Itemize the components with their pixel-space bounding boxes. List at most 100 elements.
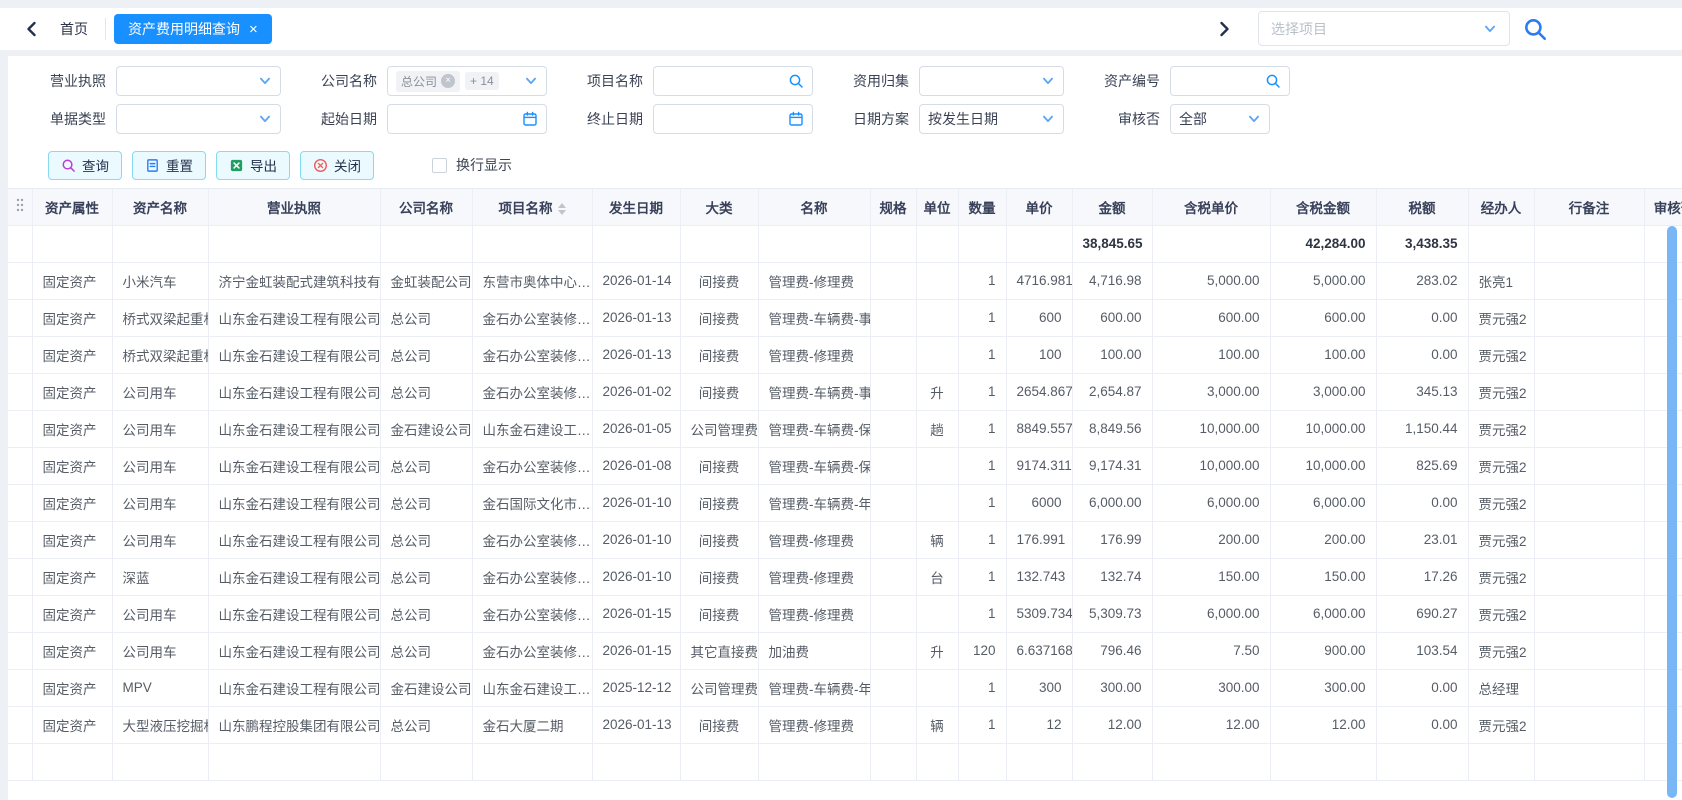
table-row[interactable]: 固定资产公司用车山东金石建设工程有限公司金石建设公司山东金石建设工…2026-0… [8, 410, 1682, 447]
table-row[interactable]: 固定资产大型液压挖掘机山东鹏程控股集团有限公司总公司金石大厦二期2026-01-… [8, 706, 1682, 743]
cell-qty: 1 [958, 595, 1006, 632]
table-row[interactable]: 固定资产桥式双梁起重机山东金石建设工程有限公司总公司金石办公室装修…2026-0… [8, 299, 1682, 336]
table-row[interactable]: 固定资产MPV山东金石建设工程有限公司金石建设公司山东金石建设工…2025-12… [8, 669, 1682, 706]
table-row[interactable]: 固定资产公司用车山东金石建设工程有限公司总公司金石办公室装修…2026-01-1… [8, 595, 1682, 632]
document-icon [145, 158, 160, 173]
doc-type-select[interactable] [116, 104, 281, 134]
cell-qty: 1 [958, 410, 1006, 447]
cell-spec [870, 706, 916, 743]
company-name-select[interactable]: 总公司× + 14 [387, 66, 547, 96]
cell-project: 金石办公室装修… [472, 299, 592, 336]
table-row[interactable]: 固定资产公司用车山东金石建设工程有限公司总公司金石办公室装修…2026-01-1… [8, 632, 1682, 669]
cell-remark [1534, 447, 1644, 484]
table-row[interactable]: 固定资产公司用车山东金石建设工程有限公司总公司金石办公室装修…2026-01-0… [8, 447, 1682, 484]
cell-date: 2026-01-13 [592, 706, 680, 743]
cell-date: 2026-01-10 [592, 558, 680, 595]
cell-qty: 1 [958, 447, 1006, 484]
cell-company: 总公司 [380, 336, 472, 373]
end-date-input[interactable] [653, 104, 813, 134]
cell-category: 间接费 [680, 521, 758, 558]
tab-asset-expense-query[interactable]: 资产费用明细查询 × [114, 14, 272, 44]
column-header-category: 大类 [680, 189, 758, 225]
cell-unit: 台 [916, 558, 958, 595]
filter-expense-collect: 资用归集 [837, 66, 1064, 96]
column-header-tax: 税额 [1376, 189, 1468, 225]
audited-select[interactable]: 全部 [1170, 104, 1270, 134]
query-button[interactable]: 查询 [48, 151, 122, 180]
asset-no-input-wrap[interactable] [1170, 66, 1290, 96]
table-row[interactable]: 固定资产公司用车山东金石建设工程有限公司总公司金石办公室装修…2026-01-1… [8, 521, 1682, 558]
cell-name: MPV [112, 669, 208, 706]
column-header-date: 发生日期 [592, 189, 680, 225]
table-row[interactable]: 固定资产公司用车山东金石建设工程有限公司总公司金石国际文化市…2026-01-1… [8, 484, 1682, 521]
table-row[interactable]: 固定资产深蓝山东金石建设工程有限公司总公司金石办公室装修…2026-01-10间… [8, 558, 1682, 595]
cell-tax_price: 150.00 [1152, 558, 1270, 595]
cell-attr: 固定资产 [32, 447, 112, 484]
cell-qty: 1 [958, 262, 1006, 299]
cell-spec [870, 669, 916, 706]
tab-home[interactable]: 首页 [56, 17, 92, 41]
close-tab-icon[interactable]: × [249, 22, 258, 37]
export-button[interactable]: 导出 [216, 151, 290, 180]
cell-spec [870, 595, 916, 632]
cell-tax_total: 100.00 [1270, 336, 1376, 373]
table-row[interactable]: 固定资产小米汽车济宁金虹装配式建筑科技有金虹装配公司东营市奥体中心…2026-0… [8, 262, 1682, 299]
cell-category: 间接费 [680, 595, 758, 632]
chevron-down-icon [1041, 112, 1055, 126]
summary-row: 38,845.6542,284.003,438.35 [8, 225, 1682, 262]
cell-remark [1534, 262, 1644, 299]
date-scheme-select[interactable]: 按发生日期 [919, 104, 1064, 134]
column-header-project[interactable]: 项目名称 [472, 189, 592, 225]
cell-tax_total: 10,000.00 [1270, 447, 1376, 484]
cell-company: 金虹装配公司 [380, 262, 472, 299]
cell-attr: 固定资产 [32, 595, 112, 632]
cell-amount: 6,000.00 [1072, 484, 1152, 521]
cell-spec [870, 632, 916, 669]
column-header-name: 资产名称 [112, 189, 208, 225]
tabs-scroll-right-icon[interactable] [1214, 19, 1234, 39]
cell-tax: 0.00 [1376, 706, 1468, 743]
summary-cell-project [472, 225, 592, 262]
cell-expense: 管理费-车辆费-保 [758, 410, 870, 447]
cell-name: 桥式双梁起重机 [112, 336, 208, 373]
wrap-display-checkbox[interactable] [432, 158, 447, 173]
data-table-wrap: 资产属性资产名称营业执照公司名称项目名称发生日期大类名称规格单位数量单价金额含税… [8, 188, 1682, 800]
column-header-spec: 规格 [870, 189, 916, 225]
close-circle-icon [313, 158, 328, 173]
vertical-scrollbar[interactable] [1667, 226, 1677, 798]
business-license-select[interactable] [116, 66, 281, 96]
expense-collect-select[interactable] [919, 66, 1064, 96]
global-search-icon[interactable] [1522, 16, 1548, 42]
cell-empty [680, 743, 758, 780]
table-row[interactable]: 固定资产公司用车山东金石建设工程有限公司总公司金石办公室装修…2026-01-0… [8, 373, 1682, 410]
cell-expense: 管理费-修理费 [758, 262, 870, 299]
tabs-scroll-left-icon[interactable] [22, 19, 42, 39]
cell-expense: 管理费-修理费 [758, 595, 870, 632]
close-button[interactable]: 关闭 [300, 151, 374, 180]
drag-handle-icon[interactable] [15, 197, 25, 213]
cell-empty [1072, 743, 1152, 780]
cell-amount: 12.00 [1072, 706, 1152, 743]
filter-audited: 审核否 全部 [1088, 104, 1270, 134]
start-date-input[interactable] [387, 104, 547, 134]
doc-type-label: 单据类型 [34, 109, 106, 129]
cell-category: 间接费 [680, 299, 758, 336]
cell-tax_total: 200.00 [1270, 521, 1376, 558]
cell-tax_price: 5,000.00 [1152, 262, 1270, 299]
table-row[interactable]: 固定资产桥式双梁起重机山东金石建设工程有限公司总公司金石办公室装修…2026-0… [8, 336, 1682, 373]
remove-tag-icon[interactable]: × [441, 74, 455, 88]
project-name-input-wrap[interactable] [653, 66, 813, 96]
cell-amount: 100.00 [1072, 336, 1152, 373]
cell-handler: 贾元强2 [1468, 447, 1534, 484]
cell-amount: 8,849.56 [1072, 410, 1152, 447]
asset-no-input[interactable] [1179, 67, 1259, 95]
project-select[interactable]: 选择项目 [1258, 11, 1510, 46]
sort-carets-icon[interactable] [558, 203, 566, 215]
cell-handler: 贾元强2 [1468, 410, 1534, 447]
cell-tax_total: 10,000.00 [1270, 410, 1376, 447]
reset-button[interactable]: 重置 [132, 151, 206, 180]
column-header-tax_total: 含税金额 [1270, 189, 1376, 225]
project-name-input[interactable] [662, 67, 782, 95]
filter-date-scheme: 日期方案 按发生日期 [837, 104, 1064, 134]
cell-tax: 23.01 [1376, 521, 1468, 558]
